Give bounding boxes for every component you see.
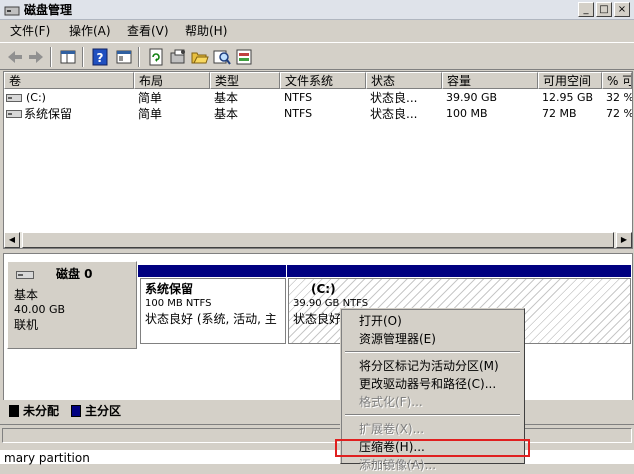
ctx-format: 格式化(F)... — [359, 395, 423, 409]
toolbar-separator — [82, 47, 84, 67]
partition-system-reserved[interactable]: 系统保留 100 MB NTFS 状态良好 (系统, 活动, 主 — [140, 278, 286, 344]
cell-capacity: 39.90 GB — [446, 91, 498, 104]
column-header-layout[interactable]: 布局 — [134, 72, 210, 89]
column-header-capacity[interactable]: 容量 — [442, 72, 538, 89]
console-view-icon[interactable] — [114, 47, 134, 67]
cell-type: 基本 — [214, 107, 239, 121]
back-icon[interactable] — [5, 47, 25, 67]
ctx-add-mirror: 添加镜像(A)... — [359, 458, 437, 472]
partition-size-fs: 100 MB NTFS — [145, 298, 212, 309]
table-row[interactable]: (C:) 简单 基本 NTFS 状态良... 39.90 GB 12.95 GB… — [4, 90, 632, 106]
disk-0-label[interactable]: 磁盘 0 基本 40.00 GB 联机 — [7, 261, 137, 349]
drive-icon — [6, 110, 22, 118]
disk-management-icon — [4, 6, 20, 16]
help-icon[interactable]: ? — [90, 47, 110, 67]
cell-filesystem: NTFS — [284, 91, 313, 104]
underlying-window-text: mary partition — [4, 451, 90, 465]
hard-disk-icon — [16, 271, 34, 279]
svg-text:?: ? — [97, 51, 104, 65]
scroll-right-icon[interactable]: ▶ — [616, 232, 632, 248]
forward-icon[interactable] — [26, 47, 46, 67]
close-button[interactable]: × — [614, 2, 630, 17]
legend-swatch-primary — [71, 405, 81, 417]
cell-free-space: 12.95 GB — [542, 91, 594, 104]
ctx-explore[interactable]: 资源管理器(E) — [343, 330, 522, 348]
minimize-button[interactable]: _ — [578, 2, 594, 17]
menu-action[interactable]: 操作(A) — [63, 21, 117, 42]
column-header-percent-free[interactable]: % 可 — [602, 72, 632, 89]
partition-name: 系统保留 — [145, 282, 194, 296]
volume-list: 卷 布局 类型 文件系统 状态 容量 可用空间 % 可 (C:) 简单 基本 N… — [3, 71, 633, 249]
toolbar: ? — [0, 42, 634, 70]
menu-separator — [345, 351, 520, 353]
properties-view-icon[interactable] — [58, 47, 78, 67]
legend: 未分配 主分区 — [3, 400, 633, 420]
open-folder-icon[interactable] — [190, 47, 210, 67]
toolbar-separator — [50, 47, 52, 67]
ctx-extend-volume: 扩展卷(X)... — [359, 422, 425, 436]
highlight-annotation — [335, 439, 530, 457]
menu-bar: 文件(F) 操作(A) 查看(V) 帮助(H) — [0, 21, 634, 42]
status-panel — [2, 428, 392, 443]
rescan-icon[interactable] — [168, 47, 188, 67]
column-header-status[interactable]: 状态 — [366, 72, 442, 89]
menu-view[interactable]: 查看(V) — [121, 21, 175, 42]
partition-header-bar — [287, 265, 631, 277]
title-bar: 磁盘管理 _ □ × — [0, 0, 634, 20]
column-header-filesystem[interactable]: 文件系统 — [280, 72, 366, 89]
cell-filesystem: NTFS — [284, 107, 313, 120]
cell-type: 基本 — [214, 91, 239, 105]
status-bar — [0, 424, 634, 444]
drive-icon — [6, 94, 22, 102]
search-icon[interactable] — [212, 47, 232, 67]
ctx-mark-active[interactable]: 将分区标记为活动分区(M) — [343, 357, 522, 375]
cell-status: 状态良... — [370, 107, 418, 121]
ctx-change-drive-letter[interactable]: 更改驱动器号和路径(C)... — [343, 375, 522, 393]
disk-status: 联机 — [14, 318, 39, 332]
cell-layout: 简单 — [138, 107, 163, 121]
partition-status: 状态良好 (系统, 活动, 主 — [145, 312, 277, 326]
underlying-window — [0, 450, 634, 464]
cell-volume: 系统保留 — [24, 107, 73, 121]
column-header-volume[interactable]: 卷 — [4, 72, 134, 89]
column-header-type[interactable]: 类型 — [210, 72, 280, 89]
cell-volume: (C:) — [26, 91, 46, 104]
refresh-icon[interactable] — [146, 47, 166, 67]
scroll-left-icon[interactable]: ◀ — [4, 232, 20, 248]
partition-header-bar — [138, 265, 286, 277]
horizontal-scrollbar[interactable]: ◀ ▶ — [4, 232, 632, 248]
cell-capacity: 100 MB — [446, 107, 488, 120]
column-header-free-space[interactable]: 可用空间 — [538, 72, 602, 89]
legend-label-primary: 主分区 — [85, 404, 122, 418]
cell-percent-free: 72 % — [606, 107, 632, 120]
cell-status: 状态良... — [370, 91, 418, 105]
status-panel — [514, 428, 632, 443]
partition-status: 状态良好 — [293, 312, 342, 326]
menu-file[interactable]: 文件(F) — [4, 21, 56, 42]
disk-size: 40.00 GB — [14, 303, 66, 316]
legend-label-unallocated: 未分配 — [23, 404, 60, 418]
cell-layout: 简单 — [138, 91, 163, 105]
table-row[interactable]: 系统保留 简单 基本 NTFS 状态良... 100 MB 72 MB 72 % — [4, 106, 632, 122]
menu-separator — [345, 414, 520, 416]
toolbar-separator — [138, 47, 140, 67]
disk-graphical-view: 磁盘 0 基本 40.00 GB 联机 系统保留 100 MB NTFS 状态良… — [3, 253, 633, 403]
ctx-open[interactable]: 打开(O) — [343, 312, 522, 330]
legend-swatch-unallocated — [9, 405, 19, 417]
window-title: 磁盘管理 — [24, 3, 73, 17]
cell-free-space: 72 MB — [542, 107, 577, 120]
export-icon[interactable] — [234, 47, 254, 67]
disk-name: 磁盘 0 — [56, 267, 93, 281]
disk-type: 基本 — [14, 288, 39, 302]
scrollbar-thumb[interactable] — [22, 232, 614, 248]
cell-percent-free: 32 % — [606, 91, 632, 104]
maximize-button[interactable]: □ — [596, 2, 612, 17]
menu-help[interactable]: 帮助(H) — [179, 21, 233, 42]
partition-name: (C:) — [311, 282, 336, 296]
